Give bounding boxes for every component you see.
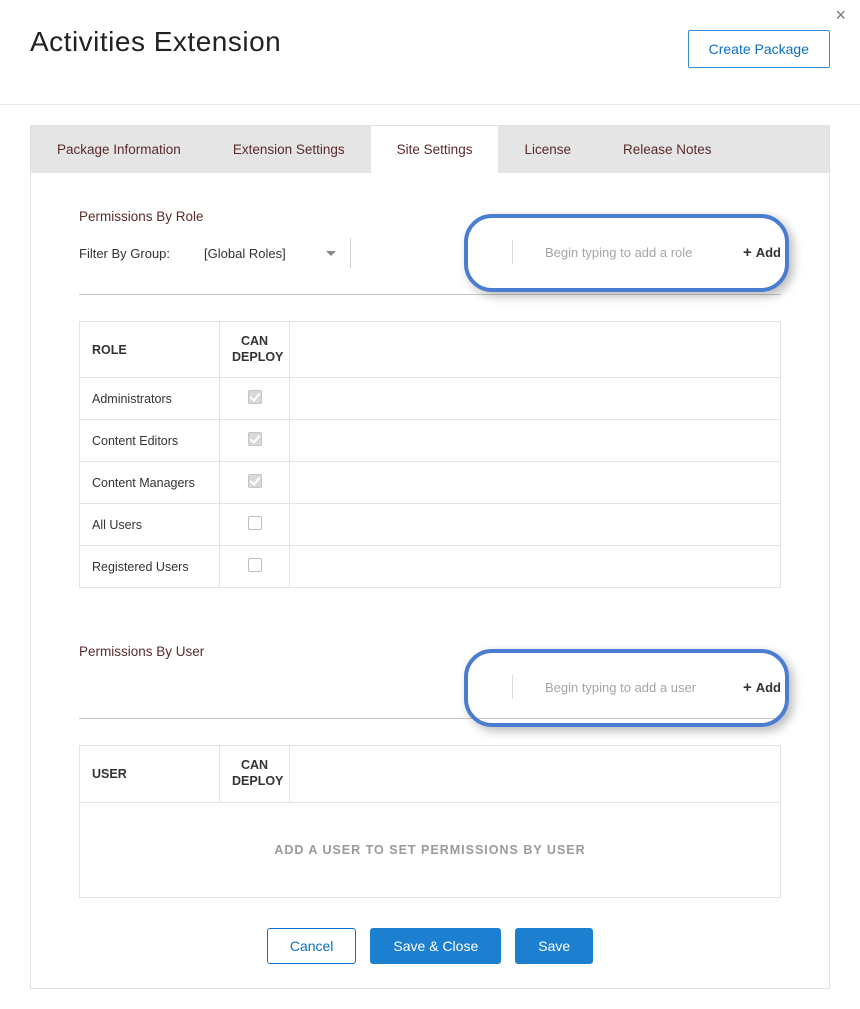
add-role-input[interactable] [543,244,713,261]
role-filter-row: Filter By Group: [Global Roles] + Add [79,238,781,295]
add-role-button[interactable]: + Add [743,245,781,260]
settings-panel: Package Information Extension Settings S… [30,125,830,989]
table-row: Registered Users [80,546,781,588]
plus-icon: + [743,245,752,260]
user-filter-row: + Add [79,673,781,719]
users-table: USER CANDEPLOY ADD A USER TO SET PERMISS… [79,745,781,897]
add-role-label: Add [756,245,781,260]
tab-package-information[interactable]: Package Information [31,126,207,173]
save-button[interactable]: Save [515,928,593,964]
chevron-down-icon [326,251,336,256]
col-header-role: ROLE [80,322,220,378]
role-cell: All Users [80,504,220,546]
tab-release-notes[interactable]: Release Notes [597,126,738,173]
col-header-user: USER [80,746,220,802]
plus-icon: + [743,680,752,695]
tab-site-settings[interactable]: Site Settings [371,126,499,173]
cancel-button[interactable]: Cancel [267,928,357,964]
table-row: Content Managers [80,462,781,504]
role-cell: Content Editors [80,420,220,462]
users-empty-message: ADD A USER TO SET PERMISSIONS BY USER [80,802,781,897]
checkbox [248,432,262,446]
input-left-border [512,240,513,264]
close-icon[interactable]: × [835,6,846,24]
group-dropdown[interactable]: [Global Roles] [204,246,336,261]
section-title-roles: Permissions By Role [79,209,781,224]
save-close-button[interactable]: Save & Close [370,928,501,964]
table-row: All Users [80,504,781,546]
add-user-input[interactable] [543,679,713,696]
permissions-by-role-section: Permissions By Role Filter By Group: [Gl… [79,209,781,588]
checkbox [248,390,262,404]
filter-by-group-label: Filter By Group: [79,246,170,261]
tab-extension-settings[interactable]: Extension Settings [207,126,371,173]
create-package-button[interactable]: Create Package [688,30,830,68]
table-row: Content Editors [80,420,781,462]
input-left-border [512,675,513,699]
permissions-by-user-section: Permissions By User + Add USER [79,644,781,897]
col-header-blank [290,746,781,802]
divider [0,104,860,105]
col-header-can-deploy: CANDEPLOY [220,322,290,378]
add-user-control: + Add [512,675,781,699]
add-user-label: Add [756,680,781,695]
table-row: Administrators [80,378,781,420]
add-role-control: + Add [512,240,781,264]
checkbox [248,474,262,488]
checkbox[interactable] [248,558,262,572]
tabs: Package Information Extension Settings S… [31,126,829,173]
role-cell: Administrators [80,378,220,420]
role-cell: Registered Users [80,546,220,588]
col-header-blank [290,322,781,378]
section-title-users: Permissions By User [79,644,781,659]
col-header-can-deploy: CANDEPLOY [220,746,290,802]
group-dropdown-value: [Global Roles] [204,246,286,261]
footer-buttons: Cancel Save & Close Save [79,928,781,964]
tab-license[interactable]: License [498,126,597,173]
vertical-separator [350,238,351,268]
roles-table: ROLE CANDEPLOY Administrators Conte [79,321,781,588]
checkbox[interactable] [248,516,262,530]
role-cell: Content Managers [80,462,220,504]
add-user-button[interactable]: + Add [743,680,781,695]
